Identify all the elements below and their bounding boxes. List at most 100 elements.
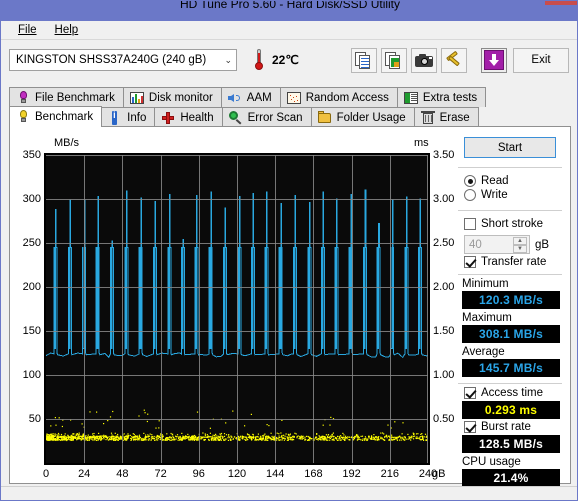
save-button[interactable] — [480, 47, 507, 73]
magnifier-icon — [228, 110, 243, 125]
benchmark-panel: MB/s ms 50 100 150 200 250 300 350 0.50 1.00 1.50… — [9, 126, 571, 487]
menu-item-help[interactable]: Help — [46, 22, 88, 38]
checkbox-burst-rate-label: Burst rate — [481, 421, 531, 433]
close-button[interactable]: ✕ — [545, 1, 577, 5]
tab-file-benchmark[interactable]: File Benchmark — [9, 87, 124, 107]
spinner-up-icon[interactable]: ▲ — [513, 237, 527, 245]
divider — [458, 167, 562, 168]
checkbox-burst-rate[interactable]: Burst rate — [464, 421, 564, 433]
grid-line-vertical — [313, 155, 315, 463]
copy-image-icon — [385, 51, 402, 69]
tab-benchmark[interactable]: Benchmark — [9, 106, 103, 127]
temperature-display: 22℃ — [251, 47, 299, 73]
benchmark-controls: Start Read Write Short stroke 40 ▲ ▼ gB … — [450, 127, 570, 487]
short-stroke-input[interactable]: 40 ▲ ▼ — [464, 235, 530, 254]
y-axis-tick-left: 300 — [22, 193, 41, 205]
y-axis-tick-left: 250 — [22, 237, 41, 249]
average-label: Average — [462, 346, 505, 358]
x-axis-tick: 216 — [380, 468, 399, 480]
x-axis-unit: gB — [432, 468, 446, 480]
x-axis-tick: 192 — [342, 468, 361, 480]
chart-plot-area: 50 100 150 200 250 300 350 0.50 1.00 1.50 2.00 2.50… — [23, 149, 455, 480]
copy-text-button[interactable] — [350, 47, 377, 73]
maximize-button[interactable]: □ — [515, 1, 545, 5]
tab-disk-monitor[interactable]: Disk monitor — [122, 87, 222, 107]
divider — [458, 383, 562, 384]
checkbox-short-stroke[interactable]: Short stroke — [464, 218, 564, 230]
grid-line-vertical — [160, 155, 162, 463]
radio-read-indicator — [464, 175, 476, 187]
x-axis-tick: 96 — [192, 468, 205, 480]
x-axis-tick: 48 — [116, 468, 129, 480]
exit-button-label: Exit — [531, 54, 551, 66]
drive-select[interactable]: KINGSTON SHSS37A240G (240 gB) ⌄ — [9, 49, 237, 71]
tab-folder-usage-label: Folder Usage — [336, 111, 406, 124]
tab-health[interactable]: Health — [154, 107, 223, 127]
checkbox-transfer-rate[interactable]: Transfer rate — [464, 256, 564, 268]
grid-line-vertical — [351, 155, 353, 463]
bar-chart-icon — [129, 91, 144, 105]
tab-error-scan[interactable]: Error Scan — [221, 107, 312, 127]
x-axis-tick: 144 — [266, 468, 285, 480]
health-cross-icon — [161, 111, 175, 125]
tab-info[interactable]: Info — [101, 107, 156, 127]
minimize-button[interactable]: – — [485, 1, 515, 5]
camera-icon — [414, 53, 433, 67]
cpu-usage-label: CPU usage — [462, 456, 521, 468]
speaker-icon — [227, 91, 242, 105]
folder-icon — [317, 110, 332, 125]
hd-tune-window: HD Tune Pro 5.60 - Hard Disk/SSD Utility… — [0, 0, 578, 501]
menu-item-file-label: File — [18, 24, 37, 36]
spinner-down-icon[interactable]: ▼ — [513, 245, 527, 253]
tab-row-primary: Benchmark Info Health Error Scan Folder … — [9, 106, 479, 127]
toolbar-buttons — [350, 47, 507, 73]
y-axis-unit-left: MB/s — [54, 137, 80, 149]
burst-rate-value: 128.5 MB/s — [462, 435, 560, 453]
checkbox-access-time[interactable]: Access time — [464, 387, 564, 399]
status-bar — [1, 486, 577, 500]
tools-icon — [445, 50, 462, 68]
screenshot-button[interactable] — [410, 47, 437, 73]
radio-write[interactable]: Write — [464, 189, 564, 201]
copy-image-button[interactable] — [380, 47, 407, 73]
bulb-icon — [16, 110, 30, 124]
spinner-buttons[interactable]: ▲ ▼ — [513, 237, 527, 253]
tab-disk-monitor-label: Disk monitor — [148, 91, 213, 104]
scatter-icon — [286, 91, 301, 105]
menu-item-file[interactable]: File — [9, 22, 46, 38]
tab-folder-usage[interactable]: Folder Usage — [310, 107, 415, 127]
access-time-value: 0.293 ms — [462, 401, 560, 419]
menu-item-help-label: Help — [54, 24, 79, 36]
y-axis-tick-left: 150 — [22, 325, 41, 337]
tab-extra-tests[interactable]: Extra tests — [396, 87, 487, 107]
radio-write-label: Write — [481, 189, 508, 201]
options-button[interactable] — [440, 47, 467, 73]
start-button[interactable]: Start — [464, 137, 556, 158]
extra-tests-icon — [403, 91, 418, 105]
exit-button[interactable]: Exit — [513, 47, 569, 73]
maximum-value: 308.1 MB/s — [462, 325, 560, 343]
short-stroke-size-row: 40 ▲ ▼ gB — [464, 235, 564, 254]
tab-row-secondary: File Benchmark Disk monitor AAM Random A… — [9, 86, 487, 107]
y-axis-tick-left: 50 — [28, 413, 41, 425]
average-value: 145.7 MB/s — [462, 359, 560, 377]
checkbox-access-time-indicator — [464, 387, 476, 399]
tab-benchmark-label: Benchmark — [35, 111, 94, 123]
cpu-usage-value: 21.4% — [462, 469, 560, 487]
y-axis-tick-left: 100 — [22, 369, 41, 381]
grid-line-vertical — [198, 155, 200, 463]
tab-random-access[interactable]: Random Access — [279, 87, 398, 107]
title-bar: HD Tune Pro 5.60 - Hard Disk/SSD Utility… — [1, 1, 577, 21]
tab-aam-label: AAM — [246, 91, 272, 104]
temperature-value: 22℃ — [272, 53, 299, 67]
tab-erase[interactable]: Erase — [413, 107, 479, 127]
radio-read[interactable]: Read — [464, 175, 564, 187]
tab-aam[interactable]: AAM — [220, 87, 281, 107]
y-axis-unit-right: ms — [414, 137, 429, 149]
drive-select-value: KINGSTON SHSS37A240G (240 gB) — [16, 54, 207, 66]
tab-erase-label: Erase — [439, 111, 470, 124]
grid-line-vertical — [122, 155, 124, 463]
divider — [458, 274, 562, 275]
minimum-value: 120.3 MB/s — [462, 291, 560, 309]
minimum-label: Minimum — [462, 278, 509, 290]
